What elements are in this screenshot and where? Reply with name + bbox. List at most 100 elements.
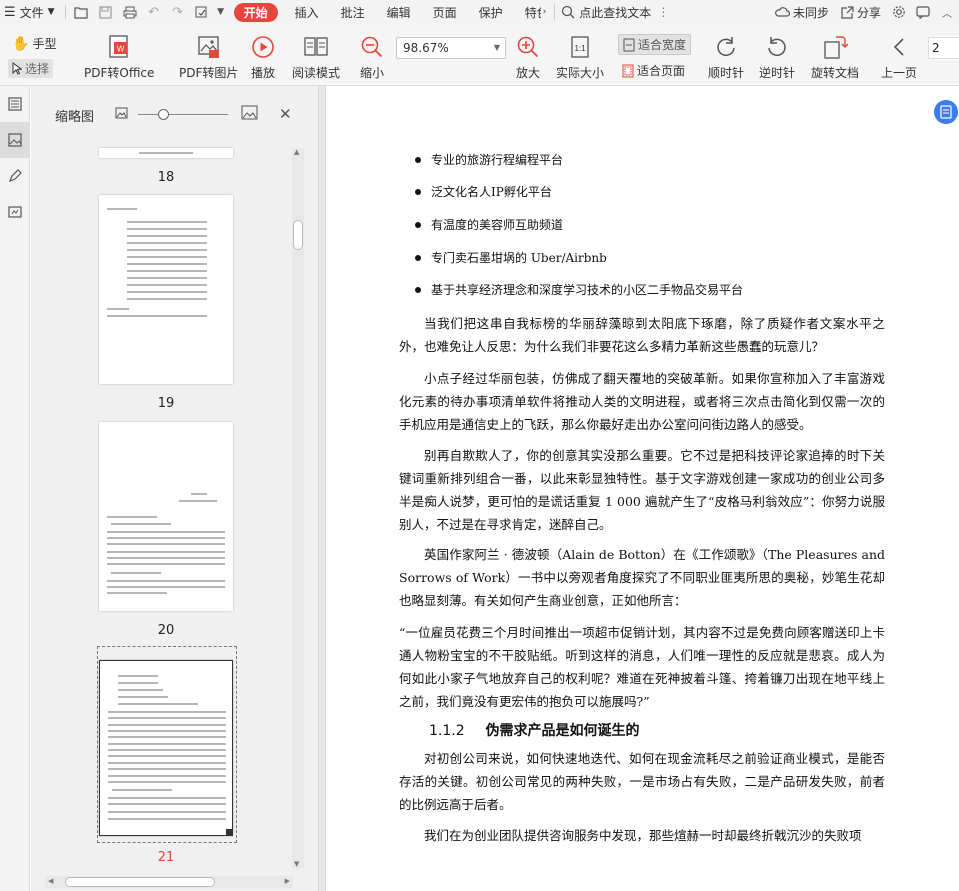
read-mode-button[interactable]: 阅读模式 (292, 32, 340, 81)
tab-features-label: 特色 (524, 5, 541, 20)
book-icon (303, 32, 329, 62)
gear-icon[interactable] (887, 0, 911, 24)
redo-icon[interactable]: ↷ (166, 0, 190, 24)
text-line (108, 736, 226, 738)
thumbnail-vertical-scrollbar[interactable]: ▲ ▼ (292, 148, 304, 868)
tab-protect[interactable]: 保护 (468, 0, 514, 24)
tab-page[interactable]: 页面 (422, 0, 468, 24)
page-thumbnail-19[interactable] (99, 195, 233, 384)
text-line (191, 493, 207, 495)
tab-insert[interactable]: 插入 (284, 0, 330, 24)
paragraph: 我们在为创业团队提供咨询服务中发现，那些煊赫一时却最终折戟沉沙的失败项 (424, 828, 862, 843)
sync-button[interactable]: 未同步 (768, 0, 835, 24)
thumbnail-size-large-icon[interactable] (241, 105, 258, 123)
close-icon[interactable]: ✕ (279, 105, 292, 123)
select-tool-button[interactable]: 选择 (8, 59, 54, 78)
text-line (107, 592, 167, 594)
text-line (107, 308, 129, 310)
tab-edit[interactable]: 编辑 (376, 0, 422, 24)
scroll-left-icon[interactable]: ◀ (48, 877, 53, 885)
scroll-up-icon[interactable]: ▲ (294, 148, 299, 156)
page-thumbnail-20[interactable] (99, 422, 233, 611)
share-button[interactable]: 分享 (835, 0, 887, 24)
chevron-up-icon[interactable]: ︿ (935, 0, 959, 24)
pdf-to-image-button[interactable]: PDF转图片 (179, 32, 238, 81)
scroll-right-icon[interactable]: ▶ (285, 877, 290, 885)
document-view[interactable]: 专业的旅游行程编程平台 泛文化名人IP孵化平台 有温度的美容师互助频道 专门卖石… (326, 86, 959, 891)
rotate-clockwise-button[interactable]: 顺时针 (708, 32, 744, 81)
thumbnail-horizontal-scrollbar[interactable]: ◀ ▶ (45, 876, 293, 888)
file-menu[interactable]: ☰ 文件 ▼ (0, 0, 61, 24)
pdf-to-office-button[interactable]: W PDF转Office (84, 32, 154, 81)
format-painter-icon[interactable] (190, 0, 214, 24)
hamburger-icon: ☰ (4, 4, 16, 20)
tab-start[interactable]: 开始 (233, 2, 278, 22)
scroll-down-icon[interactable]: ▼ (294, 860, 299, 868)
scrollbar-thumb[interactable] (65, 877, 215, 887)
floating-assistant-button[interactable] (934, 100, 958, 124)
page-thumbnail-21[interactable] (99, 660, 233, 836)
fit-width-button[interactable]: 适合宽度 (618, 34, 692, 55)
text-line (108, 762, 226, 764)
play-icon (251, 32, 275, 62)
text-line (108, 711, 226, 713)
thumbnail-size-slider[interactable] (138, 109, 228, 120)
annotation-icon[interactable] (0, 158, 30, 194)
text-line (127, 242, 207, 244)
chevron-down-icon[interactable]: ▼ (214, 0, 228, 24)
paragraph: 对初创公司来说，如何快速地迭代、如何在现金流耗尽之前验证商业模式，是能否存活的关… (399, 751, 885, 812)
pdf-to-image-label: PDF转图片 (179, 66, 239, 80)
attachment-icon[interactable] (0, 194, 30, 230)
bullet-dot (415, 221, 421, 228)
rotate-counterclockwise-button[interactable]: 逆时针 (759, 32, 795, 81)
fit-page-button[interactable]: 适合页面 (622, 62, 685, 79)
menu-bar: ☰ 文件 ▼ ↶ ↷ ▼ 开始 插入 批注 编辑 页面 保护 特色 › 点此查找… (0, 0, 959, 24)
thumbnail-size-small-icon[interactable] (115, 107, 128, 122)
text-line (108, 818, 226, 820)
bullet-item: 有温度的美容师互助频道 (415, 216, 563, 233)
print-icon[interactable] (118, 0, 142, 24)
zoom-level-select[interactable]: 98.67% ▼ (396, 37, 506, 59)
page-number-20: 20 (157, 623, 175, 638)
undo-icon[interactable]: ↶ (142, 0, 166, 24)
bullet-dot (415, 156, 421, 163)
rotate-clockwise-icon (714, 32, 738, 62)
text-line (107, 208, 137, 210)
rotate-document-button[interactable]: 旋转文档 (811, 32, 859, 81)
more-icon: ⋮ (657, 5, 670, 19)
page-thumbnail-18[interactable] (99, 148, 233, 158)
text-line (107, 557, 225, 559)
text-line (107, 563, 225, 565)
page-number-input[interactable]: 2 (928, 37, 959, 59)
play-button[interactable]: 播放 (251, 32, 275, 81)
text-line (107, 315, 207, 317)
text-line (107, 580, 225, 582)
previous-page-button[interactable]: 上一页 (881, 32, 917, 81)
save-icon[interactable] (94, 0, 118, 24)
text-line (127, 249, 207, 251)
text-line (111, 572, 161, 574)
zoom-out-button[interactable]: 缩小 (360, 32, 384, 81)
text-line (127, 256, 207, 258)
slider-handle[interactable] (158, 109, 169, 120)
text-line (107, 551, 225, 553)
comment-icon[interactable] (911, 0, 935, 24)
find-text-button[interactable]: 点此查找文本 ⋮ (554, 4, 669, 20)
open-folder-icon[interactable] (70, 0, 94, 24)
tab-features[interactable]: 特色 › (514, 0, 549, 24)
bookmarks-icon[interactable] (0, 86, 30, 122)
hand-tool-button[interactable]: ✋ 手型 (12, 35, 56, 52)
zoom-in-button[interactable]: 放大 (516, 32, 540, 81)
zoom-out-label: 缩小 (360, 66, 385, 80)
chevron-down-icon: ▼ (493, 43, 500, 52)
thumbnail-panel-title: 缩略图 (55, 110, 95, 125)
bullet-item: 基于共享经济理念和深度学习技术的小区二手物品交易平台 (415, 281, 743, 298)
scrollbar-thumb[interactable] (293, 220, 303, 250)
text-line (108, 768, 226, 770)
share-icon (841, 5, 854, 19)
thumbnails-icon[interactable] (0, 122, 30, 158)
panel-splitter[interactable] (318, 86, 326, 891)
tab-annotate[interactable]: 批注 (330, 0, 376, 24)
hand-tool-label: 手型 (32, 37, 57, 51)
actual-size-button[interactable]: 1:1 实际大小 (556, 32, 604, 81)
